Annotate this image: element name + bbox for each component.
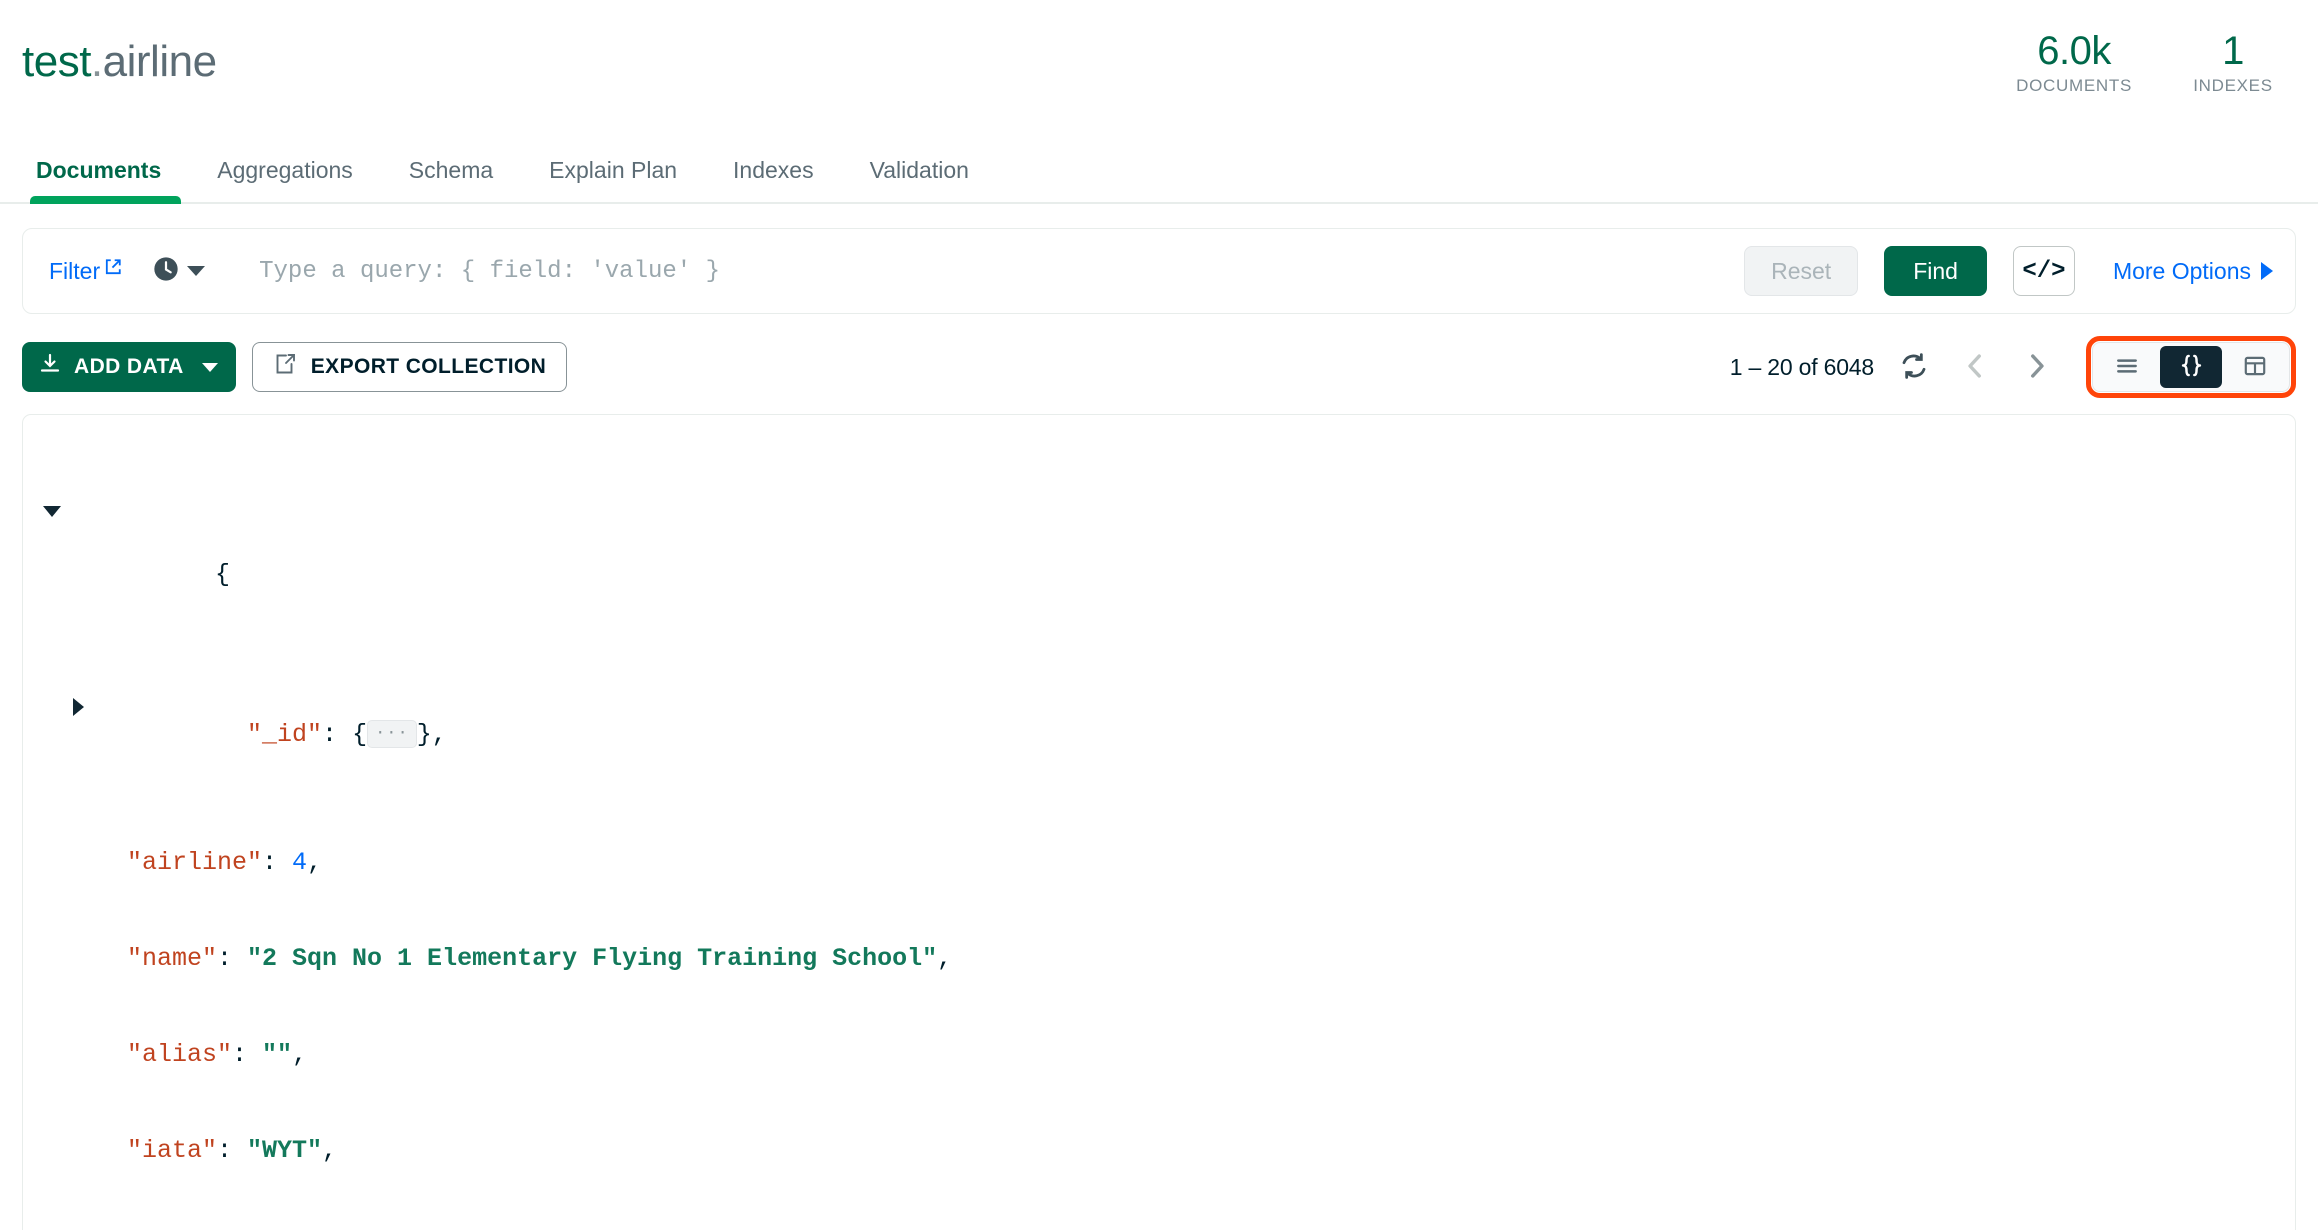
export-icon [273, 352, 297, 382]
stat-indexes: 1 INDEXES [2188, 30, 2278, 96]
json-view-button[interactable] [2160, 346, 2222, 388]
add-data-label: ADD DATA [74, 355, 184, 378]
clock-icon [152, 255, 180, 288]
indexes-label: INDEXES [2193, 76, 2273, 95]
title-separator: . [90, 37, 103, 86]
documents-count: 6.0k [2037, 29, 2111, 73]
json-key: "alias" [127, 1040, 233, 1069]
export-collection-label: EXPORT COLLECTION [310, 355, 547, 378]
json-id-close: }, [416, 720, 447, 749]
json-value: "WYT" [247, 1136, 323, 1165]
pagination-range: 1 – 20 of 6048 [1729, 353, 1874, 380]
json-key: "airline" [127, 848, 263, 877]
toolbar-left-group: ADD DATA EXPORT COLLECTION [22, 342, 568, 392]
json-key: "iata" [127, 1136, 218, 1165]
collection-tabs: Documents Aggregations Schema Explain Pl… [0, 140, 2318, 204]
query-bar: Filter Reset Find </> More Options [22, 228, 2296, 314]
chevron-right-icon [2261, 262, 2273, 280]
tab-indexes[interactable]: Indexes [705, 157, 842, 202]
json-comma: , [292, 1040, 308, 1069]
documents-toolbar: ADD DATA EXPORT COLLECTION 1 – 20 of 604… [22, 336, 2296, 398]
json-id-row: "_id": {···}, [43, 687, 2275, 783]
filter-label-link[interactable]: Filter [49, 258, 122, 285]
indexes-count: 1 [2222, 29, 2244, 73]
page-title: test.airline [22, 30, 217, 84]
json-open-row: { [43, 495, 2275, 623]
filter-label: Filter [49, 257, 101, 284]
table-icon [2242, 353, 2268, 382]
tab-aggregations[interactable]: Aggregations [189, 157, 381, 202]
external-link-icon [104, 258, 122, 276]
json-key-id: "_id" [247, 720, 323, 749]
chevron-right-icon [2020, 349, 2054, 386]
list-view-button[interactable] [2096, 346, 2158, 388]
export-to-language-button[interactable]: </> [2012, 246, 2075, 296]
list-icon [2114, 353, 2140, 382]
collapse-document-toggle[interactable] [43, 506, 61, 517]
json-value: 4 [292, 848, 308, 877]
next-page-button[interactable] [2016, 345, 2058, 390]
table-view-button[interactable] [2224, 346, 2286, 388]
more-options-toggle[interactable]: More Options [2113, 258, 2273, 285]
find-button[interactable]: Find [1884, 246, 1987, 296]
tab-explain-plan[interactable]: Explain Plan [521, 157, 705, 202]
view-mode-toggle [2086, 336, 2296, 398]
json-field-row: "iata": "WYT", [127, 1136, 338, 1165]
collection-stats: 6.0k DOCUMENTS 1 INDEXES [2016, 30, 2284, 96]
refresh-icon [1898, 350, 1930, 385]
table-row[interactable]: { "_id": {···}, "airline": 4, "name": "2… [22, 414, 2296, 1230]
stat-documents: 6.0k DOCUMENTS [2016, 30, 2132, 96]
export-collection-button[interactable]: EXPORT COLLECTION [251, 342, 568, 392]
documents-list: { "_id": {···}, "airline": 4, "name": "2… [22, 414, 2296, 1230]
tab-documents[interactable]: Documents [22, 157, 189, 204]
braces-icon [2178, 352, 2205, 382]
previous-page-button[interactable] [1954, 345, 1996, 390]
chevron-down-icon [187, 266, 206, 276]
database-name: test [22, 37, 91, 86]
json-comma: , [307, 848, 323, 877]
tab-validation[interactable]: Validation [842, 157, 997, 202]
query-input[interactable] [217, 257, 1733, 285]
expand-id-toggle[interactable] [73, 698, 84, 716]
json-field-row: "alias": "", [127, 1040, 308, 1069]
reset-button[interactable]: Reset [1744, 246, 1859, 296]
toolbar-right-group: 1 – 20 of 6048 [1729, 336, 2296, 398]
json-open-brace: { [215, 560, 231, 589]
json-comma: , [937, 944, 953, 973]
collection-name: airline [102, 37, 217, 86]
tab-schema[interactable]: Schema [381, 157, 521, 202]
chevron-left-icon [1958, 349, 1992, 386]
more-options-label: More Options [2112, 257, 2251, 284]
refresh-button[interactable] [1894, 346, 1934, 389]
chevron-down-icon [201, 362, 218, 372]
json-id-open: { [352, 720, 368, 749]
collapsed-value-badge[interactable]: ··· [367, 720, 417, 749]
documents-label: DOCUMENTS [2016, 76, 2132, 95]
json-value: "2 Sqn No 1 Elementary Flying Training S… [247, 944, 938, 973]
add-data-button[interactable]: ADD DATA [22, 342, 236, 392]
download-icon [38, 352, 62, 382]
json-key: "name" [127, 944, 218, 973]
document-json: { "_id": {···}, "airline": 4, "name": "2… [43, 431, 2275, 1230]
json-field-row: "name": "2 Sqn No 1 Elementary Flying Tr… [127, 944, 953, 973]
json-field-row: "airline": 4, [127, 848, 323, 877]
json-comma: , [322, 1136, 338, 1165]
collection-header: test.airline 6.0k DOCUMENTS 1 INDEXES [0, 0, 2318, 140]
json-value: "" [262, 1040, 293, 1069]
query-history-button[interactable] [152, 255, 206, 288]
